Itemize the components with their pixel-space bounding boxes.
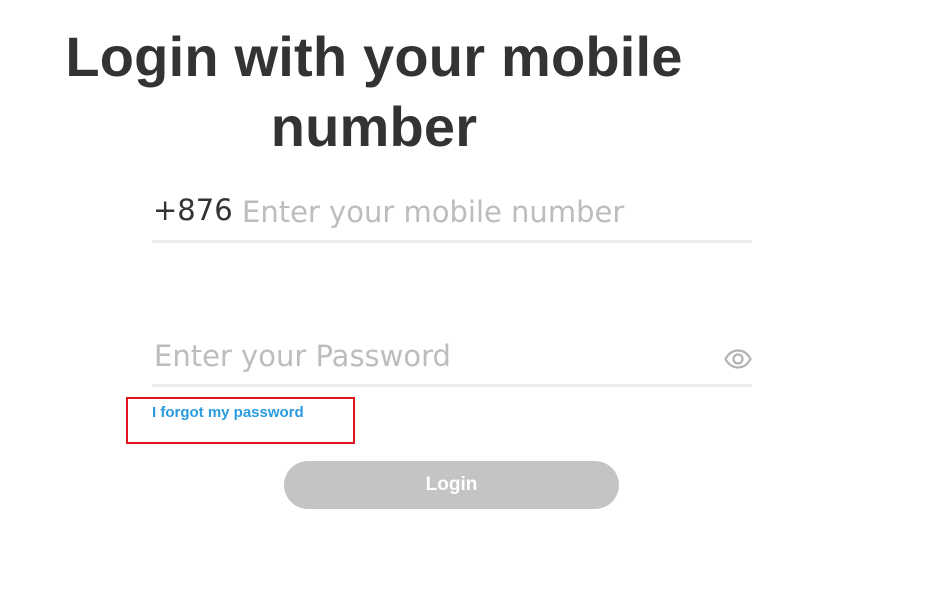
login-button[interactable]: Login — [284, 461, 619, 509]
forgot-password-link[interactable]: I forgot my password — [152, 404, 304, 421]
password-field — [152, 334, 752, 387]
mobile-number-field: +876 — [152, 190, 752, 243]
page-title: Login with your mobile number — [65, 25, 683, 158]
login-page: Login with your mobile number +876 I for… — [0, 0, 925, 606]
eye-icon[interactable] — [724, 348, 752, 370]
country-code-prefix: +876 — [153, 193, 233, 227]
password-input[interactable] — [154, 334, 714, 378]
mobile-number-input[interactable] — [242, 190, 742, 234]
